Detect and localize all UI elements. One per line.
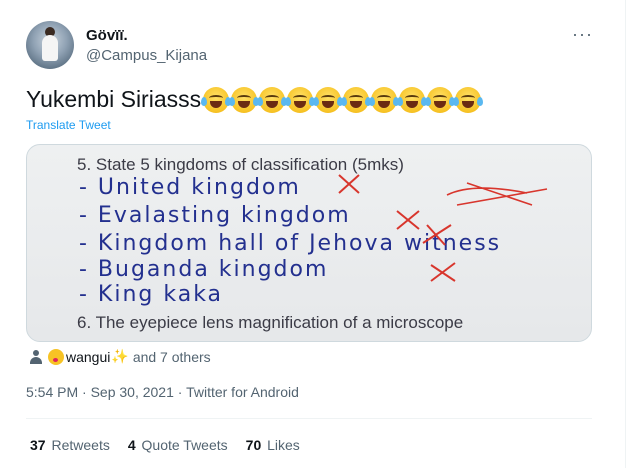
tweet-text: Yukembi Siriasss (26, 86, 484, 115)
kissing-face-icon (48, 348, 64, 365)
retweets-stat[interactable]: 37 Retweets (30, 437, 110, 453)
translate-tweet-link[interactable]: Translate Tweet (26, 118, 111, 132)
face-with-tears-of-joy-icon (229, 86, 260, 113)
tweet-body: Yukembi Siriasss (26, 86, 202, 112)
person-icon (30, 349, 42, 364)
face-with-tears-of-joy-icon (397, 86, 428, 113)
likes-count: 70 (245, 437, 262, 453)
engagement-stats: 37 Retweets 4 Quote Tweets 70 Likes (30, 437, 300, 453)
retweets-label: Retweets (51, 437, 110, 453)
face-with-tears-of-joy-icon (425, 86, 456, 113)
face-with-tears-of-joy-icon (201, 86, 232, 113)
face-with-tears-of-joy-icon (453, 86, 484, 113)
author-handle[interactable]: @Campus_Kijana (86, 47, 207, 64)
emoji-row (201, 86, 484, 115)
red-cross-4 (430, 262, 456, 282)
more-options-icon[interactable]: ··· (572, 24, 593, 45)
liked-by-user[interactable]: wangui (66, 349, 110, 365)
divider-top (26, 418, 592, 419)
liked-by-others[interactable]: and 7 others (133, 349, 211, 365)
tweet-photo[interactable]: 5. State 5 kingdoms of classification (5… (26, 144, 592, 342)
retweets-count: 37 (30, 437, 46, 453)
red-pen-marks (338, 174, 548, 282)
red-cross-3 (422, 224, 452, 246)
author-name[interactable]: Gövïï. (86, 27, 128, 44)
face-with-tears-of-joy-icon (341, 86, 372, 113)
liked-by-row[interactable]: wangui ✨ and 7 others (30, 348, 211, 365)
tweet-card: Gövïï. @Campus_Kijana ··· Yukembi Sirias… (0, 0, 626, 468)
quote-tweets-count: 4 (127, 437, 136, 453)
sparkles-icon: ✨ (111, 348, 129, 364)
likes-label: Likes (267, 437, 300, 453)
face-with-tears-of-joy-icon (285, 86, 316, 113)
red-cross-1 (338, 174, 360, 194)
quote-tweets-label: Quote Tweets (141, 437, 228, 453)
face-with-tears-of-joy-icon (369, 86, 400, 113)
quote-tweets-stat[interactable]: 4 Quote Tweets (128, 437, 228, 453)
face-with-tears-of-joy-icon (257, 86, 288, 113)
likes-stat[interactable]: 70 Likes (246, 437, 300, 453)
face-with-tears-of-joy-icon (313, 86, 344, 113)
tweet-timestamp[interactable]: 5:54 PM · Sep 30, 2021 · Twitter for And… (26, 384, 299, 400)
author-avatar[interactable] (26, 21, 74, 69)
red-scribble (446, 182, 548, 206)
avatar-figure (42, 35, 58, 61)
red-cross-2 (396, 210, 420, 230)
